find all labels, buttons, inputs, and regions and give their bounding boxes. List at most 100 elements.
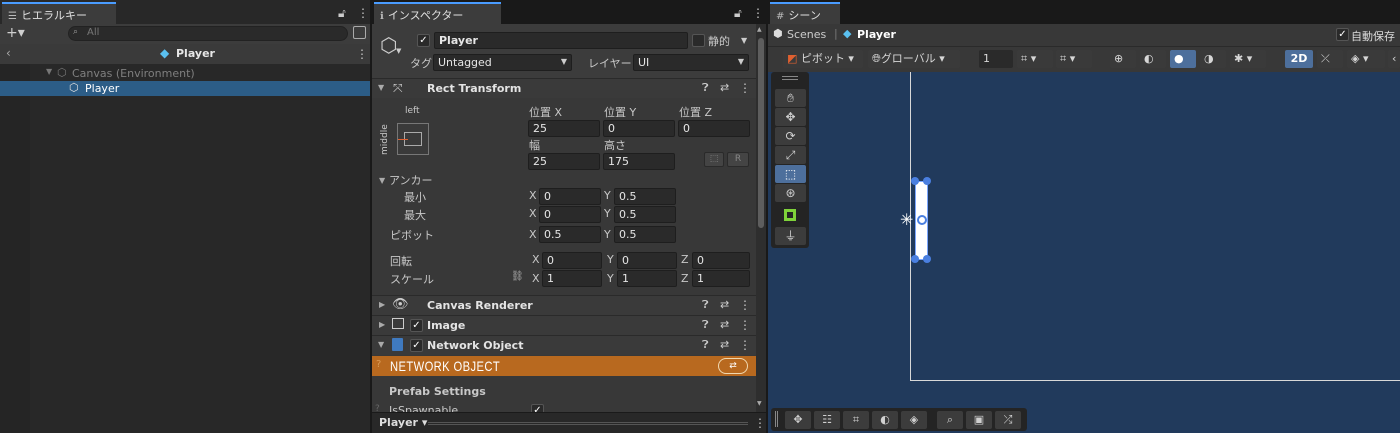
rot-x-field[interactable]: 0 [542,252,602,269]
help-icon[interactable]: ❓︎ [702,318,709,332]
debug-button[interactable]: ✱ ▾ [1230,50,1266,68]
width-field[interactable]: 25 [528,153,600,170]
preview-dropdown[interactable]: Player ▾ [379,416,427,429]
scene-menu-icon[interactable]: ⋮ [356,47,368,61]
filter-icon[interactable] [353,26,366,39]
custom-tool-button[interactable] [784,209,796,221]
resize-handle[interactable] [923,255,931,263]
scale-tool-button[interactable]: ⤢ [775,146,806,164]
shading-wire-button[interactable]: ◐ [1140,50,1166,68]
tab-scene[interactable]: # シーン [770,2,840,24]
breadcrumb-root[interactable]: Scenes [787,28,826,41]
lock-icon[interactable]: 🔓︎ [338,6,346,21]
min-x-field[interactable]: 0 [539,188,601,205]
list-item[interactable]: ⬡ Player [0,81,370,96]
tool-palette-grip[interactable] [782,76,798,80]
raw-edit-button[interactable]: R [727,152,749,167]
inspector-scrollbar[interactable]: ▲ ▼ [756,24,766,412]
mode-2d-button[interactable]: 2D [1285,50,1313,68]
layer-dropdown[interactable]: UI ▼ [633,54,749,71]
overlay-grip[interactable] [775,411,778,427]
rect-tool-button[interactable]: ⬚ [775,165,806,183]
resize-handle[interactable] [911,177,919,185]
tag-dropdown[interactable]: Untagged ▼ [433,54,572,71]
component-menu-icon[interactable]: ⋮ [739,318,751,332]
inspector-menu-icon[interactable]: ⋮ [752,6,764,20]
breadcrumb-current[interactable]: Player [857,28,896,41]
min-y-field[interactable]: 0.5 [614,188,676,205]
list-item[interactable]: ▼ ⬡ Canvas (Environment) [0,66,370,81]
resize-handle[interactable] [923,177,931,185]
scale-z-field[interactable]: 1 [692,270,750,287]
pivot-x-field[interactable]: 0.5 [539,226,601,243]
global-dropdown[interactable]: 🌐︎グローバル ▾ [868,50,960,68]
network-object-header[interactable]: ▼ ✓ Network Object ❓︎ ⇄ ⋮ [372,335,756,355]
hierarchy-menu-icon[interactable]: ⋮ [357,6,369,20]
shuffle-overlay-button[interactable]: ⤮ [995,411,1021,429]
component-menu-icon[interactable]: ⋮ [739,298,751,312]
pos-x-field[interactable]: 25 [528,120,600,137]
pivot-handle[interactable] [917,215,927,225]
transform-tool-button[interactable]: ⊛ [775,184,806,202]
rot-y-field[interactable]: 0 [617,252,677,269]
hand-tool-button[interactable]: ✋︎ [775,89,806,107]
object-name-field[interactable]: Player [434,32,688,49]
anchor-icon[interactable]: ✳ [900,210,913,229]
presets-icon[interactable]: ⇄ [720,318,729,331]
max-y-field[interactable]: 0.5 [614,206,676,223]
scale-x-field[interactable]: 1 [542,270,602,287]
active-checkbox[interactable]: ✓ [417,34,430,47]
anchors-arrow-icon[interactable]: ▼ [379,176,385,185]
pivot-dropdown[interactable]: ◩ ピボット ▾ [783,50,863,68]
hierarchy-search-input[interactable]: ⌕ All [68,26,348,41]
search-overlay-icon[interactable]: ⌕ [937,411,963,429]
add-button[interactable]: +▾ [6,25,25,41]
shading-textured-button[interactable]: ◑ [1200,50,1226,68]
grid-snap-button[interactable]: ⌗ ▾ [1017,50,1053,68]
snap-overlay-button[interactable]: ⌗ [843,411,869,429]
static-dropdown-icon[interactable]: ▼ [741,36,747,45]
presets-icon[interactable]: ⇄ [720,338,729,351]
component-menu-icon[interactable]: ⋮ [739,338,751,352]
edit-collider-button[interactable]: ⏚ [775,227,806,245]
component-menu-icon[interactable]: ⋮ [739,81,751,95]
snap-increment-button[interactable]: ⌗ ▾ [1056,50,1092,68]
layers-overlay-button[interactable]: ◈ [901,411,927,429]
scale-y-field[interactable]: 1 [617,270,677,287]
more-button[interactable]: ‹ [1388,50,1400,68]
camera-overlay-button[interactable]: ▣ [966,411,992,429]
blueprint-mode-button[interactable]: ⬚ [704,152,724,167]
component-enabled-checkbox[interactable]: ✓ [410,339,423,352]
scene-viewport[interactable]: ✳ [768,72,1400,433]
layers-button[interactable]: ◈ ▾ [1347,50,1385,68]
help-icon[interactable]: ❓︎ [702,338,709,352]
image-header[interactable]: ▶ ✓ Image ❓︎ ⇄ ⋮ [372,315,756,335]
shading-overlay-button[interactable]: ◐ [872,411,898,429]
tab-hierarchy[interactable]: ☰ ヒエラルキー [2,2,116,24]
auto-save-checkbox[interactable]: ✓ [1336,28,1349,41]
draw-mode-button[interactable]: ⊕ [1110,50,1136,68]
canvas-renderer-header[interactable]: ▶ 👁︎ Canvas Renderer ❓︎ ⇄ ⋮ [372,295,756,315]
help-icon[interactable]: ❓︎ [702,81,709,95]
presets-icon[interactable]: ⇄ [720,81,729,94]
back-chevron-icon[interactable]: ‹ [6,46,11,60]
grid-overlay-button[interactable]: ☷ [814,411,840,429]
height-field[interactable]: 175 [603,153,675,170]
resize-handle[interactable] [911,255,919,263]
footer-menu-icon[interactable]: ⋮ [754,416,766,430]
banner-help-icon[interactable]: ? [376,359,381,370]
rot-z-field[interactable]: 0 [692,252,750,269]
move-tool-button[interactable]: ✥ [775,108,806,126]
static-checkbox[interactable] [692,34,705,47]
lighting-toggle-button[interactable]: ⤫ [1317,50,1343,68]
presets-icon[interactable]: ⇄ [720,298,729,311]
grid-size-field[interactable]: 1 [979,50,1013,68]
rotate-tool-button[interactable]: ⟳ [775,127,806,145]
drag-handle[interactable] [428,422,748,425]
move-overlay-button[interactable]: ✥ [785,411,811,429]
rect-transform-header[interactable]: ▼ ⤧ Rect Transform ❓︎ ⇄ ⋮ [372,78,756,98]
component-enabled-checkbox[interactable]: ✓ [410,319,423,332]
pos-y-field[interactable]: 0 [603,120,675,137]
inspector-lock-icon[interactable]: 🔓︎ [734,6,742,21]
pivot-y-field[interactable]: 0.5 [614,226,676,243]
